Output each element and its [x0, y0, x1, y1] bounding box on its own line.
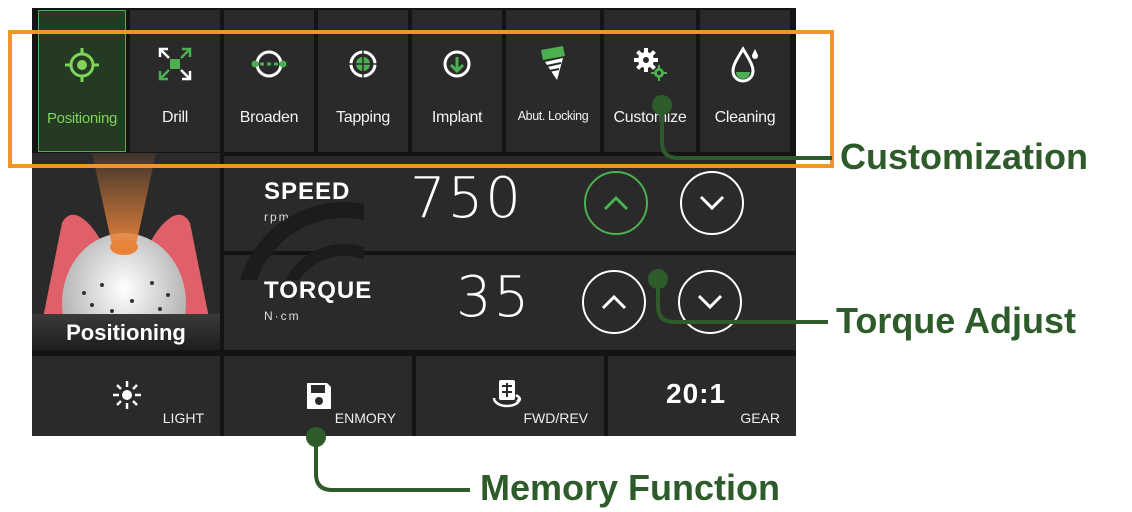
customization-highlight-box	[8, 30, 834, 168]
gear-label: GEAR	[740, 410, 780, 426]
torque-label: TORQUE	[264, 277, 373, 304]
preview-mode-label: Positioning	[32, 314, 220, 350]
light-button[interactable]: LIGHT	[32, 356, 220, 436]
memory-button[interactable]: ENMORY	[224, 356, 412, 436]
chevron-down-icon	[699, 195, 725, 211]
rotation-direction-icon	[492, 380, 522, 408]
torque-adjust-marker	[648, 269, 668, 289]
torque-row: TORQUE N·cm 35	[224, 202, 796, 350]
torque-adjust-callout: Torque Adjust	[836, 300, 1076, 341]
torque-down-button[interactable]	[678, 270, 742, 334]
torque-unit: N·cm	[264, 309, 301, 323]
customization-callout: Customization	[840, 136, 1088, 177]
speed-value: 750	[410, 166, 523, 231]
procedure-preview: Positioning	[32, 153, 220, 350]
light-label: LIGHT	[162, 410, 204, 426]
torque-up-button[interactable]	[582, 270, 646, 334]
speed-up-button[interactable]	[584, 171, 648, 235]
decorative-dial	[240, 202, 364, 280]
sun-icon	[113, 381, 141, 409]
chevron-up-icon	[601, 294, 627, 310]
memory-function-marker	[306, 427, 326, 447]
memory-function-callout: Memory Function	[480, 467, 781, 508]
gear-button[interactable]: 20:1 GEAR	[608, 356, 796, 436]
chevron-down-icon	[697, 294, 723, 310]
gear-ratio: 20:1	[666, 378, 727, 409]
fwd-rev-label: FWD/REV	[523, 410, 588, 426]
save-icon	[307, 383, 331, 409]
memory-label: ENMORY	[334, 410, 396, 426]
torque-label-group: TORQUE N·cm	[264, 277, 372, 323]
torque-value: 35	[456, 265, 532, 330]
fwd-rev-button[interactable]: FWD/REV	[416, 356, 604, 436]
customization-marker	[652, 95, 672, 115]
speed-down-button[interactable]	[680, 171, 744, 235]
chevron-up-icon	[603, 195, 629, 211]
